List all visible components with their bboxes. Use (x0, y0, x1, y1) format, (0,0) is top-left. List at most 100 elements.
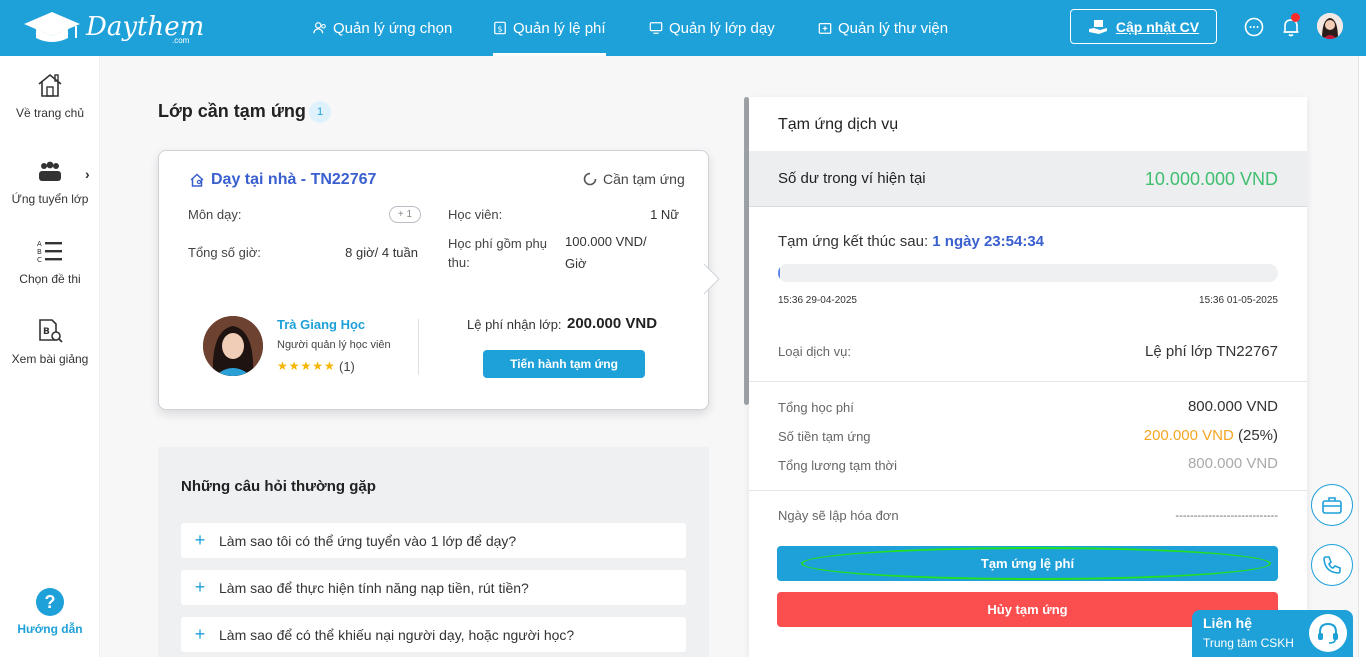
time-progress-bar (778, 264, 1278, 282)
user-avatar[interactable] (1317, 13, 1343, 39)
subject-label: Môn dạy: (188, 207, 242, 222)
sidebar-item-label: Về trang chủ (15, 106, 85, 120)
faq-question: Làm sao tôi có thể ứng tuyển vào 1 lớp đ… (219, 532, 517, 549)
advance-amount-value: 200.000 VND (1143, 427, 1234, 444)
balance-value: 10.000.000 VND (1144, 169, 1278, 189)
highlight-ring (801, 547, 1271, 580)
class-title[interactable]: Dạy tại nhà - TN22767 (211, 171, 376, 189)
advance-amount: 200.000 VND (25%) (1144, 427, 1278, 444)
faq-question: Làm sao để thực hiện tính năng nạp tiền,… (219, 579, 529, 596)
sidebar-item-home[interactable]: Về trang chủ (0, 72, 100, 120)
panel-title: Tạm ứng dịch vụ (778, 116, 899, 133)
student-label: Học viên: (448, 207, 503, 222)
hours-label: Tổng số giờ: (188, 245, 261, 260)
nav-item-fees[interactable]: $ Quản lý lệ phí (493, 0, 606, 56)
manager-name[interactable]: Trà Giang Học (277, 317, 365, 332)
help-icon: ? (36, 588, 64, 616)
faq-item[interactable]: + Làm sao tôi có thể ứng tuyển vào 1 lớp… (181, 523, 686, 558)
start-time: 15:36 29-04-2025 (778, 295, 857, 306)
nav-label: Quản lý thư viện (838, 19, 949, 37)
status-label: Cần tạm ứng (603, 171, 685, 187)
divider (418, 319, 419, 375)
update-cv-button[interactable]: Cập nhật CV (1070, 9, 1217, 44)
sidebar-item-help[interactable]: ? Hướng dẫn (0, 588, 100, 636)
svg-text:B: B (43, 327, 50, 337)
time-progress-fill (778, 264, 780, 282)
tuition-label: Học phí gồm phụ (448, 236, 548, 251)
faq-item[interactable]: + Làm sao để có thể khiếu nại người dạy,… (181, 617, 686, 652)
rating-count: (1) (339, 359, 355, 374)
divider (749, 381, 1307, 382)
page-scrollbar[interactable] (1358, 56, 1366, 657)
fee-icon: $ (494, 21, 506, 35)
count-badge: 1 (309, 101, 331, 123)
lecture-icon: B (39, 319, 63, 343)
faq-item[interactable]: + Làm sao để thực hiện tính năng nạp tiề… (181, 570, 686, 605)
group-icon (39, 161, 61, 181)
fee-value: 200.000 VND (567, 315, 658, 332)
list-icon: ABC (37, 240, 62, 264)
advance-amount-label: Số tiền tạm ứng (778, 429, 871, 444)
briefcase-button[interactable] (1311, 484, 1353, 526)
tuition-unit: Giờ (565, 256, 587, 271)
advance-panel: Tạm ứng dịch vụ Số dư trong ví hiện tại … (749, 97, 1307, 657)
page-title: Lớp cần tạm ứng (158, 101, 306, 121)
fee-label: Lệ phí nhận lớp: (467, 317, 562, 332)
svg-text:C: C (37, 256, 42, 264)
balance-label: Số dư trong ví hiện tại (778, 170, 926, 187)
card-pointer (704, 264, 720, 294)
countdown-value: 1 ngày 23:54:34 (932, 233, 1045, 250)
student-value: 1 Nữ (650, 207, 679, 222)
faq-section: Những câu hỏi thường gặp + Làm sao tôi c… (158, 447, 709, 657)
faq-question: Làm sao để có thể khiếu nại người dạy, h… (219, 626, 575, 643)
house-icon (190, 173, 204, 187)
subject-more-badge[interactable]: + 1 (389, 206, 421, 223)
cv-hand-icon (1088, 19, 1107, 34)
headset-icon (1309, 614, 1347, 652)
start-advance-button[interactable]: Tiến hành tạm ứng (483, 350, 645, 378)
top-navbar: Daythem .com Quản lý ứng chọn $ Quản lý … (0, 0, 1366, 56)
chevron-right-icon: › (85, 166, 90, 182)
chat-icon[interactable] (1243, 16, 1265, 38)
classroom-icon (649, 22, 663, 34)
manager-role: Người quản lý học viên (277, 339, 391, 351)
faq-title: Những câu hỏi thường gặp (181, 478, 376, 495)
sidebar-item-label: Ứng tuyển lớp (11, 192, 89, 206)
advance-fee-button[interactable]: Tạm ứng lệ phí (777, 546, 1278, 581)
invoice-date-value: ---------------------------- (1175, 510, 1278, 522)
graduation-cap-icon (24, 12, 80, 42)
nav-label: Quản lý ứng chọn (333, 19, 453, 37)
brand-logo[interactable]: Daythem .com (22, 8, 204, 48)
sidebar-item-apply[interactable]: Ứng tuyển lớp › (0, 160, 100, 206)
svg-text:A: A (37, 240, 42, 248)
class-card[interactable]: Dạy tại nhà - TN22767 Cần tạm ứng Môn dạ… (158, 150, 709, 410)
nav-item-library[interactable]: Quản lý thư viện (818, 0, 948, 56)
update-cv-label: Cập nhật CV (1115, 18, 1200, 35)
temp-salary-value: 800.000 VND (1187, 455, 1278, 472)
temp-salary-label: Tổng lương tạm thời (778, 458, 897, 473)
briefcase-icon (1322, 497, 1342, 514)
phone-icon (1323, 556, 1341, 574)
end-time: 15:36 01-05-2025 (1199, 295, 1278, 306)
service-label: Loại dịch vụ: (778, 344, 851, 359)
nav-item-classes[interactable]: Quản lý lớp dạy (649, 0, 775, 56)
plus-icon: + (194, 624, 206, 644)
plus-icon: + (194, 530, 206, 550)
contact-widget[interactable]: Liên hệ Trung tâm CSKH (1192, 610, 1353, 657)
sidebar-item-label: Xem bài giảng (11, 352, 89, 366)
sidebar-item-exam[interactable]: ABC Chọn đề thi (0, 238, 100, 286)
sidebar-item-label: Chọn đề thi (19, 272, 81, 286)
sidebar-item-lecture[interactable]: B Xem bài giảng (0, 318, 100, 366)
phone-button[interactable] (1311, 544, 1353, 586)
help-label: Hướng dẫn (17, 622, 83, 636)
countdown-label: Tạm ứng kết thúc sau: (778, 233, 933, 250)
nav-item-candidates[interactable]: Quản lý ứng chọn (313, 0, 452, 56)
contact-title: Liên hệ (1203, 615, 1253, 631)
sidebar: Về trang chủ Ứng tuyển lớp › ABC Chọn đề… (0, 56, 100, 657)
brand-suffix: .com (172, 36, 190, 45)
wallet-balance-bar: Số dư trong ví hiện tại 10.000.000 VND (749, 151, 1307, 207)
users-icon (313, 22, 326, 34)
manager-avatar (203, 316, 263, 376)
notification-dot (1291, 13, 1300, 22)
total-fee-value: 800.000 VND (1187, 398, 1278, 415)
